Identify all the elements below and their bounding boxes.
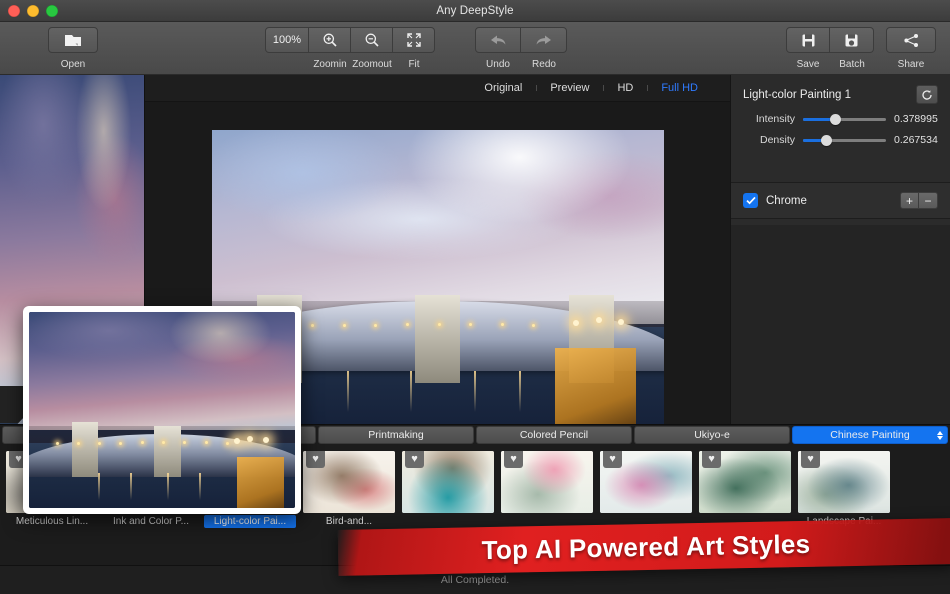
chrome-remove-button[interactable]: − <box>919 192 938 209</box>
refresh-icon <box>921 89 933 101</box>
chrome-add-remove-group[interactable]: + − <box>900 192 938 209</box>
category-tab-ukiyo-e[interactable]: Ukiyo-e <box>634 426 790 444</box>
heart-icon[interactable]: ♥ <box>306 451 325 468</box>
tab-preview[interactable]: Preview <box>536 82 603 94</box>
category-tab-ukiyo-e-label: Ukiyo-e <box>694 429 730 441</box>
magnifier-minus-icon <box>364 32 380 48</box>
chrome-checkbox[interactable] <box>743 193 758 208</box>
fit-screen-icon <box>406 32 422 48</box>
category-tab-chinese-painting-label: Chinese Painting <box>830 429 909 441</box>
chrome-add-button[interactable]: + <box>900 192 919 209</box>
slider-density-track[interactable] <box>803 139 886 142</box>
heart-icon[interactable]: ♥ <box>801 451 820 468</box>
reset-style-button[interactable] <box>916 85 938 104</box>
undo-label: Undo <box>486 59 510 70</box>
heart-icon[interactable]: ♥ <box>405 451 424 468</box>
style-thumb-label: Meticulous Lin... <box>6 516 98 527</box>
magnifier-plus-icon <box>322 32 338 48</box>
category-tab-printmaking[interactable]: Printmaking <box>318 426 474 444</box>
application-window: Any DeepStyle Open 100% <box>0 0 950 594</box>
zoom-level-display[interactable]: 100% <box>265 27 309 53</box>
undo-button[interactable]: Undo <box>475 27 521 53</box>
zoomout-label: Zoomout <box>352 59 391 70</box>
category-tab-colored-pencil-label: Colored Pencil <box>520 429 588 441</box>
status-text: All Completed. <box>441 574 509 586</box>
arrow-redo-icon <box>534 33 554 47</box>
category-tab-chinese-painting[interactable]: Chinese Painting <box>792 426 948 444</box>
save-label: Save <box>797 59 820 70</box>
fit-button[interactable]: Fit <box>393 27 435 53</box>
zoom-level-value: 100% <box>273 34 301 46</box>
floppy-disk-batch-icon <box>844 33 859 48</box>
slider-intensity-label: Intensity <box>743 113 795 125</box>
share-button[interactable]: Share <box>886 27 936 53</box>
window-title: Any DeepStyle <box>0 5 950 17</box>
heart-icon[interactable]: ♥ <box>504 451 523 468</box>
heart-icon[interactable]: ♥ <box>603 451 622 468</box>
title-bar: Any DeepStyle <box>0 0 950 22</box>
file-thumbnail <box>7 113 51 157</box>
fit-label: Fit <box>408 59 419 70</box>
open-button[interactable]: Open <box>48 27 98 53</box>
slider-density-label: Density <box>743 134 795 146</box>
category-tab-colored-pencil[interactable]: Colored Pencil <box>476 426 632 444</box>
redo-label: Redo <box>532 59 556 70</box>
tab-full-hd[interactable]: Full HD <box>647 82 712 94</box>
zoomin-label: Zoomin <box>313 59 346 70</box>
share-node-icon <box>903 33 920 48</box>
window-controls[interactable] <box>8 5 58 17</box>
minimize-button[interactable] <box>27 5 39 17</box>
style-controls: Light-color Painting 1 Intensity 0.37899… <box>731 75 950 183</box>
slider-intensity-value: 0.378995 <box>894 113 938 125</box>
zoomout-button[interactable]: Zoomout <box>351 27 393 53</box>
share-label: Share <box>898 59 925 70</box>
redo-button[interactable]: Redo <box>521 27 567 53</box>
style-thumb-label: Ink and Color P... <box>105 516 197 527</box>
view-mode-tabs: Original Preview HD Full HD <box>145 75 730 102</box>
floppy-disk-icon <box>801 33 816 48</box>
tab-original[interactable]: Original <box>470 82 536 94</box>
preview-photo <box>29 312 295 508</box>
close-button[interactable] <box>8 5 20 17</box>
current-style-title: Light-color Painting 1 <box>743 89 851 101</box>
slider-density-value: 0.267534 <box>894 134 938 146</box>
batch-button[interactable]: Batch <box>830 27 874 53</box>
stepper-icon[interactable] <box>937 431 943 440</box>
toolbar: Open 100% <box>0 22 950 75</box>
promo-banner-text: Top AI Powered Art Styles <box>481 528 810 565</box>
style-thumb-label: Bird-and... <box>303 516 395 527</box>
slider-density-knob[interactable] <box>821 135 832 146</box>
zoomin-button[interactable]: Zoomin <box>309 27 351 53</box>
open-label: Open <box>61 59 85 70</box>
arrow-undo-icon <box>488 33 508 47</box>
tab-hd[interactable]: HD <box>603 82 647 94</box>
chrome-label: Chrome <box>766 195 900 207</box>
heart-icon[interactable]: ♥ <box>702 451 721 468</box>
save-button[interactable]: Save <box>786 27 830 53</box>
file-list-item[interactable]: 5ok.jpg <box>2 108 142 161</box>
open-folder-icon <box>64 33 82 48</box>
slider-density[interactable]: Density 0.267534 <box>743 134 938 146</box>
chrome-layer-row[interactable]: Chrome + − <box>731 183 950 219</box>
checkmark-icon <box>746 196 756 205</box>
batch-label: Batch <box>839 59 865 70</box>
slider-intensity-knob[interactable] <box>830 114 841 125</box>
category-tab-printmaking-label: Printmaking <box>368 429 423 441</box>
zoom-button[interactable] <box>46 5 58 17</box>
image-preview-popup[interactable] <box>23 306 301 514</box>
slider-intensity[interactable]: Intensity 0.378995 <box>743 113 938 125</box>
slider-intensity-track[interactable] <box>803 118 886 121</box>
style-thumb-label: Light-color Pai... <box>204 515 296 528</box>
